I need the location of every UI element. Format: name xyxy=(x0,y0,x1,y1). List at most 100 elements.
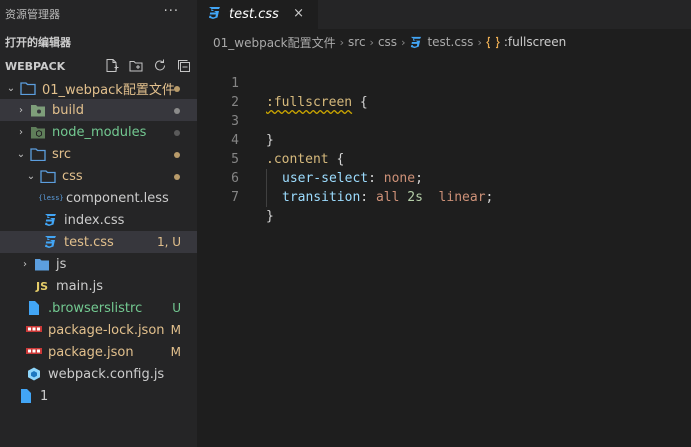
breadcrumb-file[interactable]: test.css xyxy=(427,35,473,49)
project-label: WEBPACK xyxy=(5,59,66,73)
chevron-right-icon: › xyxy=(19,126,23,138)
breadcrumb-separator: › xyxy=(477,35,482,49)
breadcrumb-separator: › xyxy=(369,35,374,49)
tree-item-package-lock[interactable]: package-lock.json M xyxy=(0,319,197,341)
ellipsis-icon[interactable]: ··· xyxy=(164,4,179,19)
explorer-header: 资源管理器 ··· xyxy=(0,0,197,28)
folder-open-icon xyxy=(30,147,46,161)
tree-item-label: css xyxy=(62,168,83,184)
refresh-icon[interactable] xyxy=(153,58,167,73)
tree-item-index-css[interactable]: index.css xyxy=(0,209,197,231)
tree-item-component-less[interactable]: {less} component.less xyxy=(0,187,197,209)
tree-item-label: node_modules xyxy=(52,124,147,140)
css-value: all xyxy=(375,190,408,205)
folder-open-icon xyxy=(20,81,36,95)
breadcrumb-css[interactable]: css xyxy=(378,35,397,49)
modified-dot xyxy=(174,152,180,158)
chevron-down-icon: ⌄ xyxy=(26,170,36,182)
breadcrumb-folder[interactable]: 01_webpack配置文件 xyxy=(213,34,336,51)
tree-item-label: 1 xyxy=(40,388,49,404)
tree-item-label: js xyxy=(56,256,67,272)
tree-item-01-webpack[interactable]: ⌄ 01_webpack配置文件 xyxy=(0,77,197,99)
brace: } xyxy=(266,209,274,224)
tree-item-label: test.css xyxy=(64,234,114,250)
status-dot xyxy=(174,130,180,136)
line-number: 7 xyxy=(231,190,239,205)
code-line: 7 } xyxy=(197,169,691,224)
open-editors-label: 打开的编辑器 xyxy=(5,36,71,49)
tree-item-label: component.less xyxy=(66,190,169,206)
chevron-right-icon: › xyxy=(19,104,23,116)
close-icon[interactable]: × xyxy=(293,6,304,21)
explorer-sidebar: 资源管理器 ··· 打开的编辑器 WEBPACK ⌄ 01_webpack配置文… xyxy=(0,0,197,447)
css-number: 2s xyxy=(407,190,423,205)
breadcrumb-separator: › xyxy=(339,35,345,49)
explorer-title: 资源管理器 xyxy=(5,8,60,21)
tree-item-label: src xyxy=(52,146,71,162)
colon: : xyxy=(360,190,376,205)
tree-item-node-modules[interactable]: › node_modules xyxy=(0,121,197,143)
breadcrumb-symbol[interactable]: :fullscreen xyxy=(504,35,566,49)
npm-icon xyxy=(26,345,42,359)
tree-item-test-css[interactable]: test.css 1, U xyxy=(0,231,197,253)
chevron-down-icon: ⌄ xyxy=(16,148,26,160)
tree-item-label: .browserslistrc xyxy=(48,300,143,316)
file-icon xyxy=(26,301,42,315)
tree-item-label: package-lock.json xyxy=(48,322,165,338)
selector-symbol-icon xyxy=(485,36,500,49)
collapse-all-icon[interactable] xyxy=(177,58,191,73)
tree-item-build[interactable]: › build xyxy=(0,99,197,121)
tree-item-label: build xyxy=(52,102,84,118)
file-tree: ⌄ 01_webpack配置文件 › build › node_modules xyxy=(0,77,197,407)
code-line: 3 } xyxy=(197,93,691,148)
npm-icon xyxy=(26,323,42,337)
tree-item-webpack-config[interactable]: webpack.config.js xyxy=(0,363,197,385)
project-section[interactable]: WEBPACK xyxy=(0,55,197,77)
tree-item-package-json[interactable]: package.json M xyxy=(0,341,197,363)
tree-item-label: main.js xyxy=(56,278,103,294)
js-file-icon: JS xyxy=(35,279,48,293)
code-line: 6 transition: all 2s linear; xyxy=(197,150,691,207)
tree-item-src[interactable]: ⌄ src xyxy=(0,143,197,165)
folder-build-icon xyxy=(30,103,46,117)
modified-dot xyxy=(174,86,180,92)
folder-node-icon xyxy=(30,125,46,139)
problem-status-badge: 1, U xyxy=(156,235,181,249)
folder-icon xyxy=(34,257,50,271)
status-dot xyxy=(174,108,180,114)
tree-item-browserslistrc[interactable]: .browserslistrc U xyxy=(0,297,197,319)
tree-item-label: 01_webpack配置文件 xyxy=(42,82,175,98)
tree-item-js-folder[interactable]: › js xyxy=(0,253,197,275)
tree-item-label: index.css xyxy=(64,212,125,228)
chevron-right-icon: › xyxy=(23,258,27,270)
modified-badge: M xyxy=(170,345,181,359)
untracked-badge: U xyxy=(172,301,181,315)
css-value: linear xyxy=(422,190,486,205)
breadcrumb: 01_webpack配置文件 › src › css › test.css › … xyxy=(197,29,691,55)
breadcrumb-src[interactable]: src xyxy=(348,35,366,49)
tree-item-file-1[interactable]: 1 xyxy=(0,385,197,407)
less-file-icon: {less} xyxy=(38,194,64,202)
webpack-icon xyxy=(26,367,42,381)
code-editor[interactable]: 1 :fullscreen { 2 3 } 4 .content { 5 use… xyxy=(197,55,691,447)
tree-item-css-folder[interactable]: ⌄ css xyxy=(0,165,197,187)
tab-test-css[interactable]: test.css × xyxy=(197,0,318,29)
tree-item-label: webpack.config.js xyxy=(48,366,165,382)
modified-badge: M xyxy=(170,323,181,337)
tree-item-main-js[interactable]: JS main.js xyxy=(0,275,197,297)
open-editors-section[interactable]: 打开的编辑器 xyxy=(0,29,197,55)
css-file-icon xyxy=(42,213,58,227)
code-line: 1 :fullscreen { xyxy=(197,55,691,110)
new-folder-icon[interactable] xyxy=(129,58,143,73)
css-file-icon xyxy=(42,235,58,249)
file-icon xyxy=(18,389,34,403)
css-file-icon xyxy=(207,6,221,24)
code-line: 5 user-select: none; xyxy=(197,131,691,188)
code-line: 2 xyxy=(197,74,691,110)
folder-open-icon xyxy=(40,169,56,183)
tree-item-label: package.json xyxy=(48,344,134,360)
css-property: transition xyxy=(282,190,361,205)
tab-label: test.css xyxy=(229,7,279,22)
code-line: 4 .content { xyxy=(197,112,691,167)
new-file-icon[interactable] xyxy=(105,58,119,73)
